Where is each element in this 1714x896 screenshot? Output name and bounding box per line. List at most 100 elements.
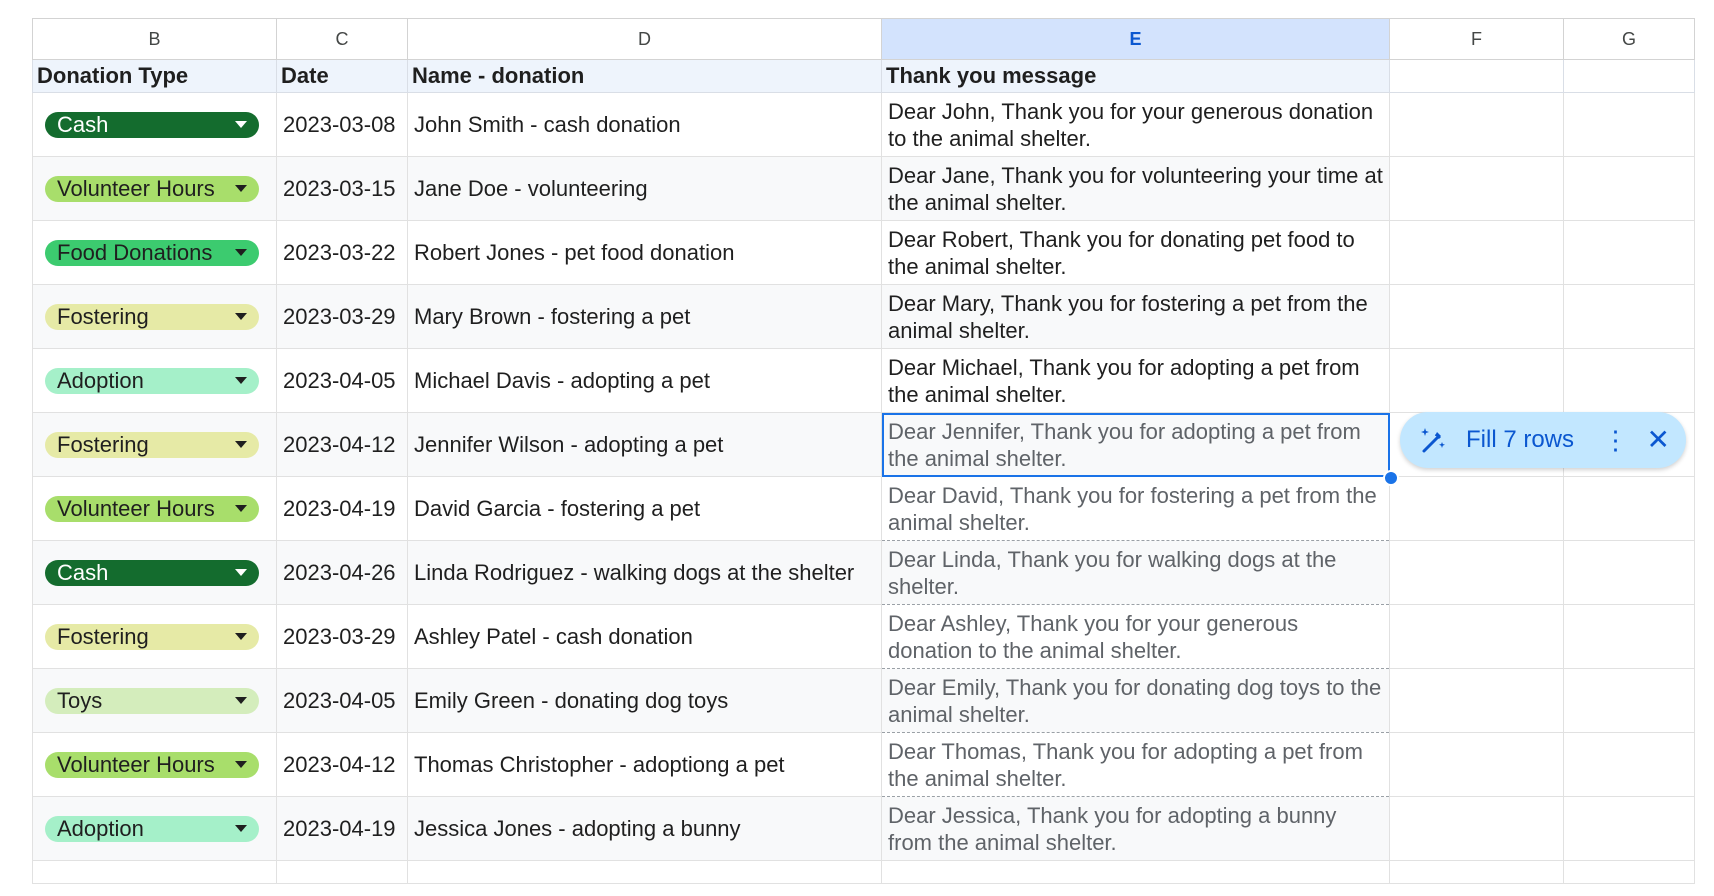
empty-cell[interactable] <box>1563 59 1695 93</box>
empty-cell[interactable] <box>881 860 1390 884</box>
dropdown-arrow-icon[interactable] <box>235 185 247 192</box>
donation-type-cell[interactable]: Volunteer Hours <box>32 156 277 221</box>
empty-cell[interactable] <box>1389 668 1564 733</box>
selection-fill-handle[interactable] <box>1383 470 1399 486</box>
header-message[interactable]: Thank you message <box>881 59 1390 93</box>
date-cell[interactable]: 2023-04-12 <box>276 412 408 477</box>
suggested-message-cell[interactable]: Dear Jennifer, Thank you for adopting a … <box>881 412 1390 477</box>
empty-cell[interactable] <box>1563 860 1695 884</box>
column-header-b[interactable]: B <box>32 18 277 60</box>
donation-type-dropdown-chip[interactable]: Volunteer Hours <box>45 175 259 202</box>
dropdown-arrow-icon[interactable] <box>235 121 247 128</box>
column-header-e[interactable]: E <box>881 18 1390 60</box>
dropdown-arrow-icon[interactable] <box>235 633 247 640</box>
donation-type-cell[interactable]: Adoption <box>32 796 277 861</box>
suggested-message-cell[interactable]: Dear Linda, Thank you for walking dogs a… <box>881 540 1390 605</box>
dropdown-arrow-icon[interactable] <box>235 249 247 256</box>
close-icon[interactable]: ✕ <box>1647 426 1670 454</box>
suggested-message-cell[interactable]: Dear Ashley, Thank you for your generous… <box>881 604 1390 669</box>
more-vert-icon[interactable]: ⋮ <box>1603 427 1629 453</box>
donation-type-dropdown-chip[interactable]: Volunteer Hours <box>45 751 259 778</box>
empty-cell[interactable] <box>1389 220 1564 285</box>
donation-type-dropdown-chip[interactable]: Fostering <box>45 431 259 458</box>
header-date[interactable]: Date <box>276 59 408 93</box>
donation-type-cell[interactable]: Food Donations <box>32 220 277 285</box>
donation-type-dropdown-chip[interactable]: Toys <box>45 687 259 714</box>
date-cell[interactable]: 2023-04-05 <box>276 668 408 733</box>
empty-cell[interactable] <box>1563 796 1695 861</box>
date-cell[interactable]: 2023-04-26 <box>276 540 408 605</box>
name-donation-cell[interactable]: John Smith - cash donation <box>407 92 882 157</box>
date-cell[interactable]: 2023-03-29 <box>276 604 408 669</box>
name-donation-cell[interactable]: Emily Green - donating dog toys <box>407 668 882 733</box>
name-donation-cell[interactable]: Ashley Patel - cash donation <box>407 604 882 669</box>
suggested-message-cell[interactable]: Dear David, Thank you for fostering a pe… <box>881 476 1390 541</box>
donation-type-dropdown-chip[interactable]: Adoption <box>45 815 259 842</box>
donation-type-cell[interactable]: Adoption <box>32 348 277 413</box>
empty-cell[interactable] <box>1389 732 1564 797</box>
thank-you-message-cell[interactable]: Dear Jane, Thank you for volunteering yo… <box>881 156 1390 221</box>
column-header-d[interactable]: D <box>407 18 882 60</box>
empty-cell[interactable] <box>1563 476 1695 541</box>
name-donation-cell[interactable]: Michael Davis - adopting a pet <box>407 348 882 413</box>
donation-type-cell[interactable]: Volunteer Hours <box>32 476 277 541</box>
empty-cell[interactable] <box>1563 220 1695 285</box>
donation-type-cell[interactable]: Cash <box>32 540 277 605</box>
donation-type-dropdown-chip[interactable]: Fostering <box>45 303 259 330</box>
name-donation-cell[interactable]: Jessica Jones - adopting a bunny <box>407 796 882 861</box>
donation-type-cell[interactable]: Fostering <box>32 412 277 477</box>
empty-cell[interactable] <box>1563 348 1695 413</box>
dropdown-arrow-icon[interactable] <box>235 569 247 576</box>
donation-type-dropdown-chip[interactable]: Volunteer Hours <box>45 495 259 522</box>
column-header-c[interactable]: C <box>276 18 408 60</box>
donation-type-cell[interactable]: Volunteer Hours <box>32 732 277 797</box>
empty-cell[interactable] <box>1563 732 1695 797</box>
dropdown-arrow-icon[interactable] <box>235 505 247 512</box>
empty-cell[interactable] <box>1563 604 1695 669</box>
name-donation-cell[interactable]: Jane Doe - volunteering <box>407 156 882 221</box>
empty-cell[interactable] <box>1389 284 1564 349</box>
empty-cell[interactable] <box>1389 540 1564 605</box>
empty-cell[interactable] <box>276 860 408 884</box>
thank-you-message-cell[interactable]: Dear John, Thank you for your generous d… <box>881 92 1390 157</box>
header-donation-type[interactable]: Donation Type <box>32 59 277 93</box>
dropdown-arrow-icon[interactable] <box>235 377 247 384</box>
suggested-message-cell[interactable]: Dear Thomas, Thank you for adopting a pe… <box>881 732 1390 797</box>
date-cell[interactable]: 2023-03-29 <box>276 284 408 349</box>
dropdown-arrow-icon[interactable] <box>235 761 247 768</box>
thank-you-message-cell[interactable]: Dear Robert, Thank you for donating pet … <box>881 220 1390 285</box>
date-cell[interactable]: 2023-03-15 <box>276 156 408 221</box>
donation-type-cell[interactable]: Cash <box>32 92 277 157</box>
name-donation-cell[interactable]: Mary Brown - fostering a pet <box>407 284 882 349</box>
donation-type-dropdown-chip[interactable]: Food Donations <box>45 239 259 266</box>
empty-cell[interactable] <box>1389 92 1564 157</box>
name-donation-cell[interactable]: Jennifer Wilson - adopting a pet <box>407 412 882 477</box>
suggested-message-cell[interactable]: Dear Jessica, Thank you for adopting a b… <box>881 796 1390 861</box>
dropdown-arrow-icon[interactable] <box>235 313 247 320</box>
dropdown-arrow-icon[interactable] <box>235 697 247 704</box>
dropdown-arrow-icon[interactable] <box>235 441 247 448</box>
empty-cell[interactable] <box>1563 92 1695 157</box>
donation-type-dropdown-chip[interactable]: Cash <box>45 559 259 586</box>
name-donation-cell[interactable]: Linda Rodriguez - walking dogs at the sh… <box>407 540 882 605</box>
empty-cell[interactable] <box>32 860 277 884</box>
empty-cell[interactable] <box>1563 668 1695 733</box>
empty-cell[interactable] <box>1389 59 1564 93</box>
empty-cell[interactable] <box>1389 860 1564 884</box>
empty-cell[interactable] <box>1563 540 1695 605</box>
column-header-g[interactable]: G <box>1563 18 1695 60</box>
date-cell[interactable]: 2023-04-05 <box>276 348 408 413</box>
fill-rows-button[interactable]: Fill 7 rows <box>1466 426 1603 454</box>
name-donation-cell[interactable]: David Garcia - fostering a pet <box>407 476 882 541</box>
empty-cell[interactable] <box>1389 156 1564 221</box>
name-donation-cell[interactable]: Thomas Christopher - adoptiong a pet <box>407 732 882 797</box>
empty-cell[interactable] <box>1389 796 1564 861</box>
donation-type-dropdown-chip[interactable]: Adoption <box>45 367 259 394</box>
date-cell[interactable]: 2023-04-12 <box>276 732 408 797</box>
dropdown-arrow-icon[interactable] <box>235 825 247 832</box>
donation-type-dropdown-chip[interactable]: Fostering <box>45 623 259 650</box>
date-cell[interactable]: 2023-04-19 <box>276 476 408 541</box>
date-cell[interactable]: 2023-03-08 <box>276 92 408 157</box>
name-donation-cell[interactable]: Robert Jones - pet food donation <box>407 220 882 285</box>
header-name[interactable]: Name - donation <box>407 59 882 93</box>
